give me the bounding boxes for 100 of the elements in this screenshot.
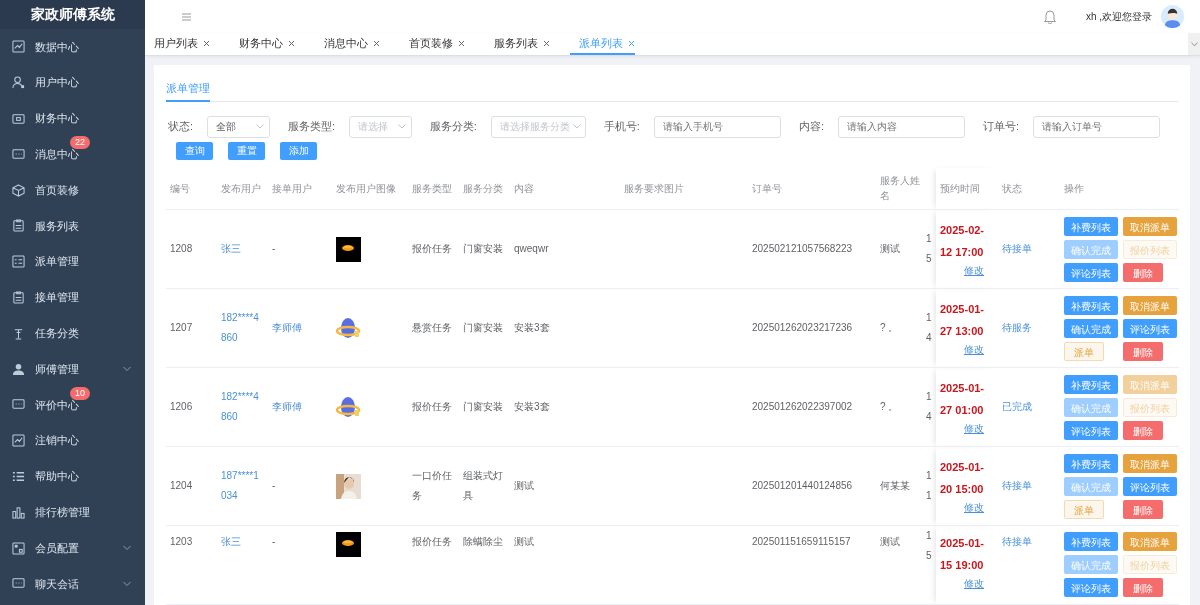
- action-button[interactable]: 派单: [1064, 341, 1104, 361]
- action-button[interactable]: 补费列表: [1064, 532, 1118, 551]
- action-button[interactable]: 删除: [1123, 578, 1163, 597]
- close-icon[interactable]: [203, 39, 210, 47]
- user-link[interactable]: 张三: [221, 239, 264, 259]
- appointment-time: 2025-01-20 15:00: [940, 460, 986, 497]
- action-button[interactable]: 评论列表: [1064, 578, 1118, 597]
- sidebar-item[interactable]: 评价中心 10: [0, 386, 145, 423]
- tab[interactable]: 用户列表: [145, 33, 210, 55]
- chart-icon: [12, 434, 25, 448]
- tab[interactable]: 服务列表: [485, 33, 550, 55]
- sidebar-item[interactable]: 服务列表: [0, 208, 145, 244]
- action-button[interactable]: 删除: [1123, 420, 1163, 440]
- table-cell: 测试: [880, 536, 900, 547]
- sidebar-item[interactable]: 首页装修: [0, 172, 145, 208]
- sidebar-item[interactable]: 会员配置: [0, 530, 145, 566]
- user-link[interactable]: 187****1034: [221, 466, 264, 506]
- user-link[interactable]: 182****4860: [221, 387, 264, 427]
- action-button[interactable]: 取消派单: [1123, 453, 1177, 473]
- user-link[interactable]: 李师傅: [272, 401, 302, 412]
- column-header: 状态: [998, 167, 1060, 210]
- status-text: 待接单: [1002, 480, 1032, 491]
- select-field[interactable]: 全部: [207, 115, 270, 138]
- sidebar-item[interactable]: 派单管理: [0, 243, 145, 280]
- user-link[interactable]: 张三: [221, 532, 264, 552]
- section-tab[interactable]: 派单管理: [166, 80, 210, 102]
- sidebar-item[interactable]: 聊天会话: [0, 565, 145, 602]
- action-button[interactable]: 补费列表: [1064, 216, 1118, 236]
- action-button[interactable]: 查询: [176, 141, 213, 160]
- filter-label: 状态:: [168, 119, 194, 135]
- bar-chart-icon: [12, 505, 25, 519]
- close-icon[interactable]: [628, 39, 635, 47]
- sidebar-item[interactable]: 接单管理: [0, 279, 145, 316]
- action-button[interactable]: 删除: [1123, 499, 1163, 519]
- table-cell: ? 。: [880, 401, 899, 412]
- action-button[interactable]: 删除: [1123, 341, 1163, 361]
- appointment-time: 2025-02-12 17:00: [940, 223, 986, 260]
- bell-icon[interactable]: [1042, 9, 1057, 24]
- action-button[interactable]: 评论列表: [1123, 318, 1177, 338]
- sidebar-item[interactable]: 注销中心: [0, 422, 145, 459]
- input-field[interactable]: 请输入内容: [837, 115, 965, 138]
- action-button[interactable]: 确认完成: [1064, 318, 1118, 338]
- edit-link[interactable]: 修改: [940, 342, 994, 358]
- action-button[interactable]: 取消派单: [1123, 216, 1177, 236]
- action-button[interactable]: 重置: [228, 141, 265, 160]
- action-button[interactable]: 评论列表: [1064, 420, 1118, 440]
- sidebar-label: 首页装修: [35, 182, 79, 198]
- sidebar-label: 注销中心: [35, 433, 79, 449]
- sidebar-label: 师傅管理: [35, 361, 79, 377]
- sidebar-item[interactable]: 用户中心: [0, 64, 145, 101]
- input-field[interactable]: 请输入手机号: [653, 115, 781, 138]
- tab[interactable]: 派单列表: [570, 33, 635, 55]
- edit-link[interactable]: 修改: [940, 500, 994, 516]
- action-button[interactable]: 补费列表: [1064, 374, 1118, 394]
- sidebar-item[interactable]: 帮助中心: [0, 458, 145, 495]
- action-button[interactable]: 取消派单: [1123, 532, 1177, 551]
- sidebar-item[interactable]: 数据中心: [0, 29, 145, 65]
- tab[interactable]: 首页装修: [400, 33, 465, 55]
- input-field[interactable]: 请输入订单号: [1033, 115, 1160, 138]
- action-button[interactable]: 添加: [280, 141, 317, 160]
- sidebar-item[interactable]: 消息中心 22: [0, 136, 145, 173]
- action-button[interactable]: 补费列表: [1064, 453, 1118, 473]
- close-icon[interactable]: [543, 39, 550, 47]
- status-text: 已完成: [1002, 401, 1032, 412]
- user-avatar-icon[interactable]: [1161, 5, 1184, 28]
- sidebar-item[interactable]: 师傅管理: [0, 351, 145, 387]
- close-icon[interactable]: [458, 39, 465, 47]
- table-cell-text: 15: [926, 529, 932, 563]
- edit-link[interactable]: 修改: [940, 263, 994, 279]
- count-badge: 22: [70, 136, 90, 150]
- edit-link[interactable]: 修改: [940, 576, 994, 592]
- tab[interactable]: 消息中心: [315, 33, 380, 55]
- list-icon: [12, 469, 25, 483]
- tab[interactable]: 财务中心: [230, 33, 295, 55]
- user-link[interactable]: 182****4860: [221, 308, 264, 348]
- sidebar-label: 服务列表: [35, 218, 79, 234]
- action-button[interactable]: 派单: [1064, 499, 1104, 519]
- chat-icon: [12, 147, 25, 161]
- table-cell: 报价任务: [412, 536, 452, 547]
- appointment-time: 2025-01-27 01:00: [940, 381, 986, 418]
- action-button[interactable]: 评论列表: [1123, 476, 1177, 496]
- sidebar-item[interactable]: 排行榜管理: [0, 494, 145, 531]
- action-button[interactable]: 删除: [1123, 262, 1163, 282]
- table-cell: 1204: [170, 480, 193, 491]
- edit-link[interactable]: 修改: [940, 421, 994, 437]
- sidebar-item[interactable]: 财务中心: [0, 100, 145, 137]
- action-button[interactable]: 补费列表: [1064, 295, 1118, 315]
- sidebar-item[interactable]: 任务分类: [0, 315, 145, 352]
- user-icon: [12, 76, 25, 90]
- stand-icon: [12, 326, 25, 340]
- filter-label: 服务类型:: [287, 119, 335, 135]
- close-icon[interactable]: [288, 39, 295, 47]
- action-button[interactable]: 取消派单: [1123, 295, 1177, 315]
- table-cell: 安装3套: [514, 401, 550, 412]
- action-button[interactable]: 评论列表: [1064, 262, 1118, 282]
- close-icon[interactable]: [373, 39, 380, 47]
- table-cell: 测试: [514, 536, 534, 547]
- user-link[interactable]: 李师傅: [272, 322, 302, 333]
- chevron-icon: [255, 124, 264, 129]
- table-cell-text: 15: [926, 232, 932, 266]
